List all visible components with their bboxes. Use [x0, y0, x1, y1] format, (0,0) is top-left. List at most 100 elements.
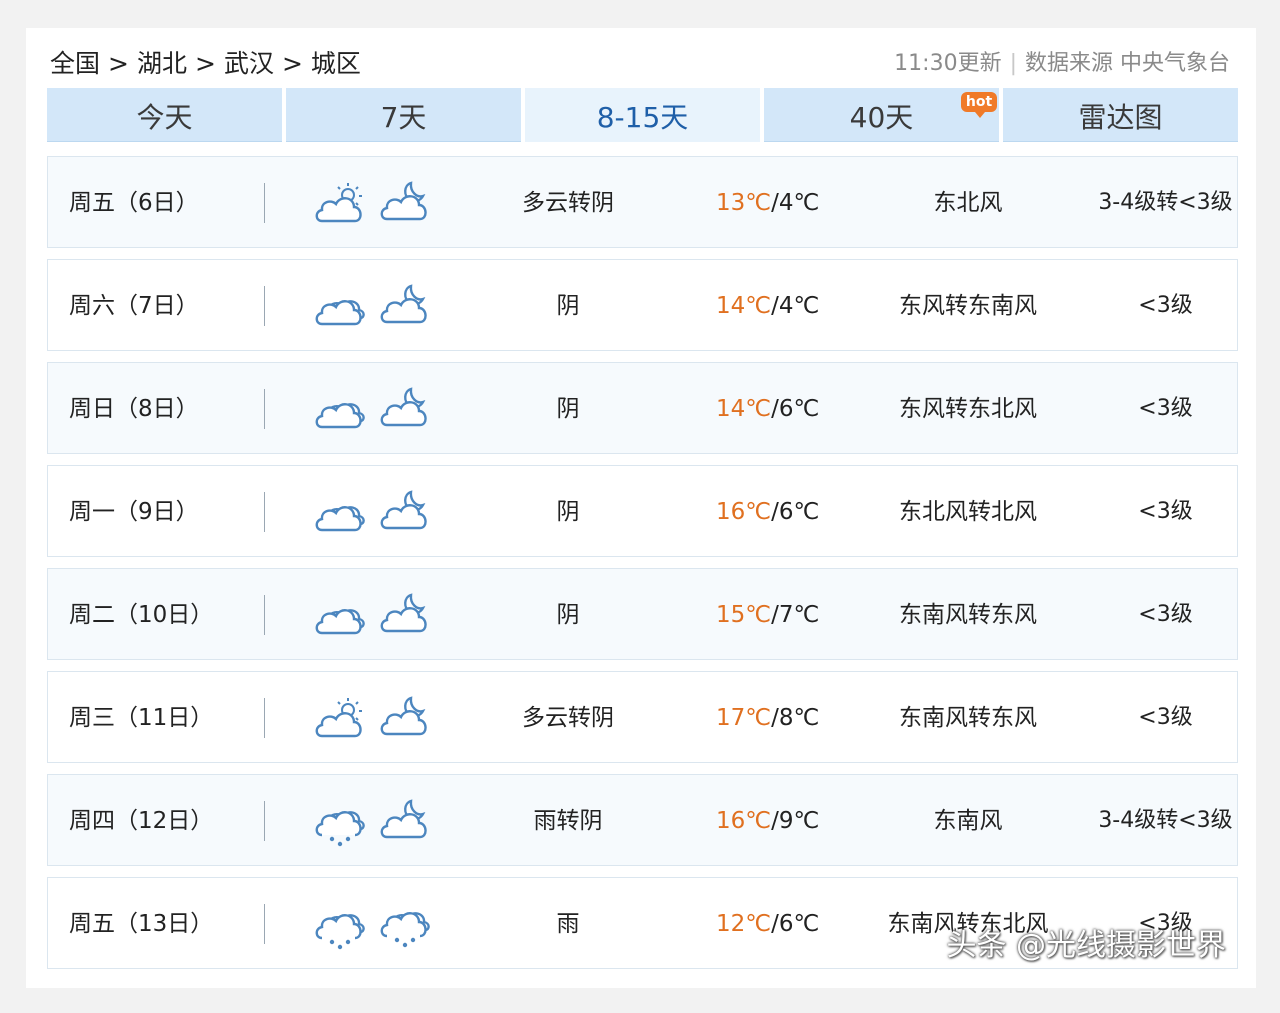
column-divider: [264, 698, 265, 738]
overcast-icon: [312, 593, 366, 639]
wind-level: 3-4级转<3级: [1098, 190, 1233, 215]
divider: |: [1009, 51, 1017, 76]
wind-direction: 东北风转北风: [899, 499, 1037, 525]
temp-high: 17℃: [716, 705, 772, 731]
weather-condition: 阴: [556, 499, 580, 525]
tab-label: 今天: [136, 101, 193, 134]
wind-direction: 东风转东北风: [899, 396, 1037, 422]
temp-separator: /: [771, 808, 779, 834]
forecast-row: 周三（11日） 多云转阴 17℃/8℃ 东南风转东风 <3级: [47, 671, 1238, 763]
wind-level: <3级: [1138, 396, 1193, 421]
overcast-icon: [312, 387, 366, 433]
temp-high: 14℃: [716, 396, 772, 422]
temp-low: 6℃: [778, 499, 820, 525]
temp-high: 16℃: [716, 808, 772, 834]
weather-card: 全国 > 湖北 > 武汉 > 城区 11:30更新 | 数据来源 中央气象台 今天 7天 8-1…: [26, 28, 1256, 988]
temp-high: 14℃: [716, 293, 772, 319]
weather-condition: 雨转阴: [533, 808, 603, 834]
temp-high: 15℃: [716, 602, 772, 628]
temp-high: 13℃: [716, 190, 772, 216]
temp-high: 12℃: [716, 911, 772, 937]
update-info: 11:30更新 | 数据来源 中央气象台: [894, 46, 1230, 82]
temperature-range: 17℃/8℃: [716, 672, 819, 764]
forecast-row: 周二（10日） 阴 15℃/7℃ 东南风转东风 <3级: [47, 568, 1238, 660]
temp-separator: /: [771, 602, 779, 628]
partly-cloudy-night-icon: [377, 694, 431, 740]
day-label: 周六（7日）: [69, 293, 199, 319]
wind-level: <3级: [1138, 293, 1193, 318]
wind-level: <3级: [1138, 602, 1193, 627]
column-divider: [264, 801, 265, 841]
rain-icon: [377, 900, 431, 948]
tab-7-days[interactable]: 7天: [286, 88, 521, 142]
data-source: 数据来源 中央气象台: [1025, 51, 1230, 76]
day-label: 周日（8日）: [69, 396, 199, 422]
partly-cloudy-night-icon: [377, 179, 431, 225]
weather-condition: 雨: [556, 911, 580, 937]
breadcrumb-separator: >: [194, 49, 216, 78]
partly-cloudy-night-icon: [377, 488, 431, 534]
forecast-row: 周五（6日） 多云转阴 13℃/4℃ 东北风 3-4级转<3级: [47, 156, 1238, 248]
weather-condition: 多云转阴: [522, 190, 614, 216]
temperature-range: 16℃/6℃: [716, 466, 819, 558]
column-divider: [264, 904, 265, 944]
overcast-icon: [312, 490, 366, 536]
forecast-tabs: 今天 7天 8-15天 40天 hot 雷达图: [47, 88, 1239, 142]
temp-separator: /: [771, 190, 779, 216]
weather-condition: 阴: [556, 293, 580, 319]
temp-separator: /: [771, 705, 779, 731]
forecast-row: 周日（8日） 阴 14℃/6℃ 东风转东北风 <3级: [47, 362, 1238, 454]
temperature-range: 14℃/4℃: [716, 260, 819, 352]
temp-separator: /: [771, 911, 779, 937]
breadcrumb: 全国 > 湖北 > 武汉 > 城区: [50, 46, 361, 82]
watermark: 头条 @光线摄影世界: [946, 928, 1226, 963]
tab-8-15-days[interactable]: 8-15天: [525, 88, 760, 142]
tab-label: 40天: [849, 101, 914, 134]
partly-cloudy-day-icon: [312, 181, 366, 227]
temp-low: 6℃: [778, 911, 820, 937]
rain-icon: [312, 902, 366, 950]
weather-condition: 多云转阴: [522, 705, 614, 731]
day-label: 周三（11日）: [69, 705, 214, 731]
wind-direction: 东北风: [933, 190, 1003, 216]
temp-low: 8℃: [778, 705, 820, 731]
tab-label: 雷达图: [1078, 101, 1163, 134]
partly-cloudy-night-icon: [377, 591, 431, 637]
hot-badge: hot: [961, 92, 997, 118]
temp-low: 7℃: [778, 602, 820, 628]
temperature-range: 15℃/7℃: [716, 569, 819, 661]
tab-40-days[interactable]: 40天 hot: [764, 88, 999, 142]
tab-radar[interactable]: 雷达图: [1003, 88, 1238, 142]
wind-direction: 东南风转东风: [899, 602, 1037, 628]
tab-label: 7天: [380, 101, 427, 134]
temperature-range: 14℃/6℃: [716, 363, 819, 455]
partly-cloudy-night-icon: [377, 385, 431, 431]
column-divider: [264, 183, 265, 223]
temp-low: 4℃: [778, 293, 820, 319]
day-label: 周一（9日）: [69, 499, 199, 525]
wind-level: 3-4级转<3级: [1098, 808, 1233, 833]
weather-condition: 阴: [556, 602, 580, 628]
day-label: 周五（6日）: [69, 190, 199, 216]
temp-separator: /: [771, 396, 779, 422]
forecast-row: 周六（7日） 阴 14℃/4℃ 东风转东南风 <3级: [47, 259, 1238, 351]
partly-cloudy-night-icon: [377, 282, 431, 328]
forecast-row: 周一（9日） 阴 16℃/6℃ 东北风转北风 <3级: [47, 465, 1238, 557]
temp-separator: /: [771, 499, 779, 525]
partly-cloudy-day-icon: [312, 696, 366, 742]
temp-low: 6℃: [778, 396, 820, 422]
breadcrumb-separator: >: [108, 49, 129, 78]
wind-level: <3级: [1138, 705, 1193, 730]
wind-level: <3级: [1138, 499, 1193, 524]
column-divider: [264, 389, 265, 429]
breadcrumb-item-city[interactable]: 武汉: [224, 49, 274, 78]
breadcrumb-item-province[interactable]: 湖北: [137, 49, 187, 78]
update-time: 11:30更新: [894, 51, 1002, 76]
wind-direction: 东风转东南风: [899, 293, 1037, 319]
breadcrumb-separator: >: [281, 49, 303, 78]
temp-high: 16℃: [716, 499, 772, 525]
tab-label: 8-15天: [596, 101, 689, 134]
breadcrumb-item-district: 城区: [310, 49, 361, 78]
breadcrumb-item-country[interactable]: 全国: [50, 49, 100, 78]
tab-today[interactable]: 今天: [47, 88, 282, 142]
